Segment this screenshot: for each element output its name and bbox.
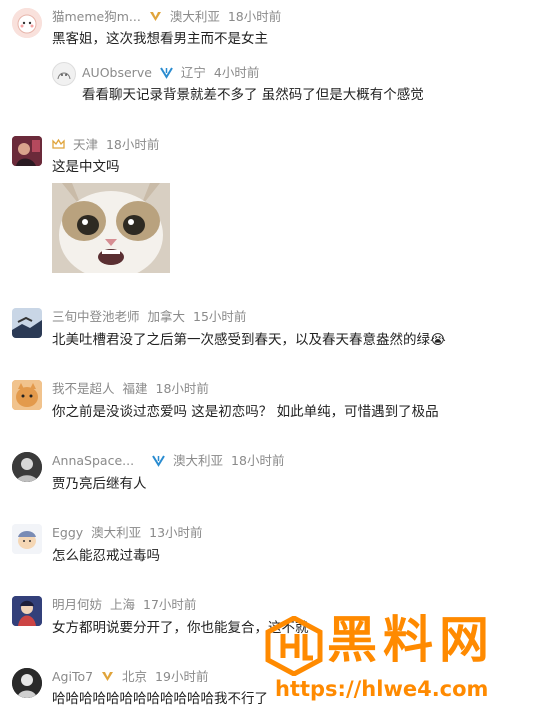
avatar[interactable] bbox=[12, 308, 42, 338]
avatar[interactable] bbox=[12, 380, 42, 410]
pink-character-avatar-icon bbox=[12, 8, 42, 38]
reply-timestamp: 4小时前 bbox=[213, 65, 260, 80]
crying-emoji-icon: 😭 bbox=[430, 332, 446, 348]
comment-text: 你之前是没谈过恋爱吗 这是初恋吗？ 如此单纯，可惜遇到了极品 bbox=[52, 404, 439, 420]
comment-meta: Eggy 澳大利亚 13小时前 bbox=[52, 524, 207, 542]
comment-text: 女方都明说要分开了，你也能复合，这不就 bbox=[52, 620, 309, 636]
avatar[interactable] bbox=[12, 136, 42, 166]
comment-meta: 明月何妨 上海 17小时前 bbox=[52, 596, 200, 614]
username[interactable]: 三旬中登池老师 bbox=[52, 309, 140, 324]
timestamp: 17小时前 bbox=[143, 597, 197, 612]
username[interactable]: 天津 bbox=[73, 137, 98, 152]
orange-cat-avatar-icon bbox=[12, 380, 42, 410]
watermark-title: 黑料网 bbox=[327, 611, 495, 669]
crown-icon bbox=[52, 138, 65, 149]
username[interactable]: AnnaSpace... bbox=[52, 453, 134, 468]
comment-meta: AnnaSpace... 澳大利亚 18小时前 bbox=[52, 452, 288, 470]
timestamp: 18小时前 bbox=[155, 381, 209, 396]
avatar[interactable] bbox=[12, 524, 42, 554]
sketch-avatar-icon bbox=[57, 72, 71, 80]
reply-location: 辽宁 bbox=[180, 65, 206, 80]
avatar[interactable] bbox=[12, 452, 42, 482]
comment-meta: 我不是超人 福建 18小时前 bbox=[52, 380, 213, 398]
verified-icon bbox=[160, 67, 173, 79]
username[interactable]: 我不是超人 bbox=[52, 381, 115, 396]
dark-portrait-avatar-icon bbox=[12, 452, 42, 482]
comment-text: 怎么能忍戒过毒吗 bbox=[52, 548, 160, 564]
location: 加拿大 bbox=[147, 309, 186, 324]
landscape-avatar-icon bbox=[12, 308, 42, 338]
avatar[interactable] bbox=[12, 596, 42, 626]
photo-avatar-icon bbox=[12, 136, 42, 166]
avatar[interactable] bbox=[12, 8, 42, 38]
verified-icon bbox=[152, 455, 165, 467]
location: 澳大利亚 bbox=[173, 453, 224, 468]
reply-username[interactable]: AUObserve bbox=[82, 65, 152, 80]
timestamp: 15小时前 bbox=[193, 309, 247, 324]
gold-member-icon bbox=[149, 12, 161, 21]
cartoon-avatar-icon bbox=[12, 524, 42, 554]
reply-avatar[interactable] bbox=[52, 62, 76, 86]
timestamp: 19小时前 bbox=[155, 669, 209, 684]
username[interactable]: AgiTo7 bbox=[52, 669, 93, 684]
location: 福建 bbox=[122, 381, 148, 396]
avatar[interactable] bbox=[12, 668, 42, 698]
anime-avatar-icon bbox=[12, 596, 42, 626]
watermark-url: https://hlwe4.com bbox=[275, 677, 489, 701]
timestamp: 18小时前 bbox=[105, 137, 160, 152]
timestamp: 18小时前 bbox=[231, 453, 285, 468]
cat-image[interactable] bbox=[52, 183, 170, 273]
comment-text: 贾乃亮后继有人 bbox=[52, 476, 147, 492]
silhouette-avatar-icon bbox=[12, 668, 42, 698]
comment-text: 北美吐槽君没了之后第一次感受到春天，以及春天春意盎然的绿😭 bbox=[52, 330, 446, 350]
gold-member-icon bbox=[102, 672, 114, 681]
username[interactable]: Eggy bbox=[52, 525, 83, 540]
location: 上海 bbox=[110, 597, 136, 612]
cat-face-icon bbox=[52, 183, 170, 273]
comment-text-body: 北美吐槽君没了之后第一次感受到春天，以及春天春意盎然的绿 bbox=[52, 332, 430, 348]
reply-meta: AUObserve 辽宁 4小时前 bbox=[82, 64, 263, 82]
comment-meta: AgiTo7 北京 19小时前 bbox=[52, 668, 212, 686]
location: 澳大利亚 bbox=[91, 525, 142, 540]
location: 澳大利亚 bbox=[169, 9, 220, 24]
comment-meta: 猫meme狗m... 澳大利亚 18小时前 bbox=[52, 8, 285, 26]
comment-meta: 天津 18小时前 bbox=[52, 136, 163, 154]
comment-text: 黑客姐，这次我想看男主而不是女主 bbox=[52, 31, 268, 47]
comment-text: 哈哈哈哈哈哈哈哈哈哈哈哈我不行了 bbox=[52, 691, 268, 707]
comment-text: 这是中文吗 bbox=[52, 159, 120, 175]
comment-meta: 三旬中登池老师 加拿大 15小时前 bbox=[52, 308, 250, 326]
timestamp: 13小时前 bbox=[149, 525, 203, 540]
username[interactable]: 明月何妨 bbox=[52, 597, 102, 612]
timestamp: 18小时前 bbox=[227, 9, 282, 24]
username[interactable]: 猫meme狗m... bbox=[52, 9, 141, 24]
location: 北京 bbox=[122, 669, 148, 684]
reply-text: 看看聊天记录背景就差不多了 虽然码了但是大概有个感觉 bbox=[82, 87, 424, 103]
